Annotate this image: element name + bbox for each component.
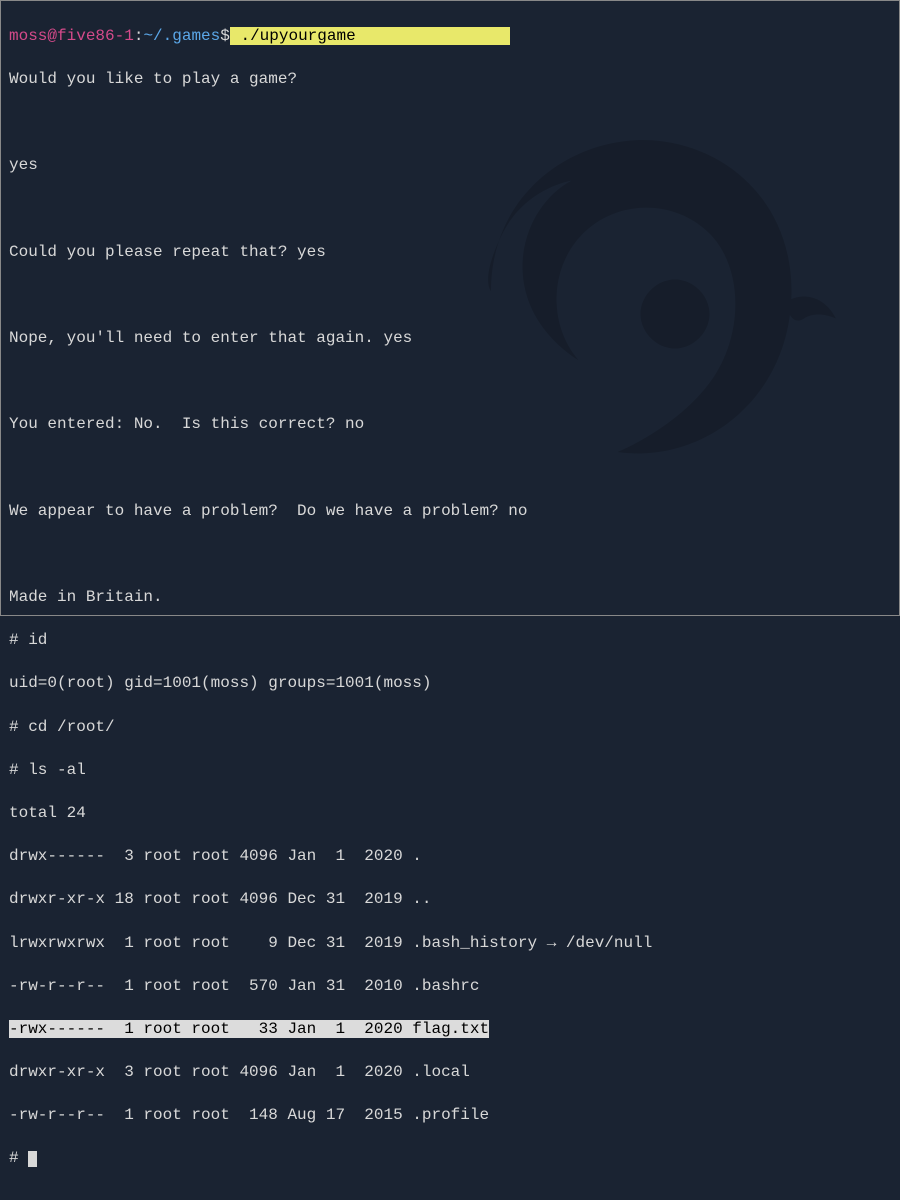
shell-prompt: moss@five86-1:~/.games$ ./upyourgame bbox=[9, 26, 891, 48]
prompt-host: five86-1 bbox=[57, 27, 134, 45]
prompt-at: @ bbox=[47, 27, 57, 45]
ls-row: lrwxrwxrwx 1 root root 9 Dec 31 2019 .ba… bbox=[9, 933, 891, 955]
game-line-a1: yes bbox=[9, 155, 891, 177]
prompt-colon: : bbox=[134, 27, 144, 45]
ls-row: -rw-r--r-- 1 root root 570 Jan 31 2010 .… bbox=[9, 976, 891, 998]
game-line-q5: We appear to have a problem? Do we have … bbox=[9, 501, 891, 523]
game-line-q4: You entered: No. Is this correct? no bbox=[9, 414, 891, 436]
cmd-id: # id bbox=[9, 630, 891, 652]
cursor bbox=[28, 1151, 37, 1167]
root-hash: # bbox=[9, 1149, 28, 1167]
cmd-cd: # cd /root/ bbox=[9, 717, 891, 739]
game-line-q3: Nope, you'll need to enter that again. y… bbox=[9, 328, 891, 350]
ls-row: drwx------ 3 root root 4096 Jan 1 2020 . bbox=[9, 846, 891, 868]
blank-line bbox=[9, 371, 891, 393]
ls-row: -rw-r--r-- 1 root root 148 Aug 17 2015 .… bbox=[9, 1105, 891, 1127]
game-line-made: Made in Britain. bbox=[9, 587, 891, 609]
out-total: total 24 bbox=[9, 803, 891, 825]
blank-line bbox=[9, 112, 891, 134]
game-line-q1: Would you like to play a game? bbox=[9, 69, 891, 91]
shell-prompt-root: # bbox=[9, 1148, 891, 1170]
ls-row-flag-text: -rwx------ 1 root root 33 Jan 1 2020 fla… bbox=[9, 1020, 489, 1038]
game-line-q2: Could you please repeat that? yes bbox=[9, 242, 891, 264]
ls-row-flag: -rwx------ 1 root root 33 Jan 1 2020 fla… bbox=[9, 1019, 891, 1041]
ls-row: drwxr-xr-x 18 root root 4096 Dec 31 2019… bbox=[9, 889, 891, 911]
blank-line bbox=[9, 544, 891, 566]
prompt-user: moss bbox=[9, 27, 47, 45]
prompt-command: ./upyourgame bbox=[230, 27, 510, 45]
blank-line bbox=[9, 285, 891, 307]
prompt-dollar: $ bbox=[220, 27, 230, 45]
out-id: uid=0(root) gid=1001(moss) groups=1001(m… bbox=[9, 673, 891, 695]
prompt-path: ~/.games bbox=[143, 27, 220, 45]
ls-row: drwxr-xr-x 3 root root 4096 Jan 1 2020 .… bbox=[9, 1062, 891, 1084]
blank-line bbox=[9, 198, 891, 220]
cmd-ls: # ls -al bbox=[9, 760, 891, 782]
blank-line bbox=[9, 457, 891, 479]
terminal-output[interactable]: moss@five86-1:~/.games$ ./upyourgame Wou… bbox=[1, 1, 899, 1200]
